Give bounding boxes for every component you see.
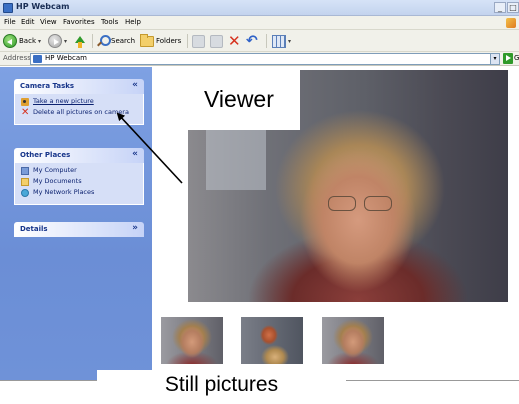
- task-delete-all-label[interactable]: Delete all pictures on camera: [33, 109, 129, 116]
- computer-icon: [21, 167, 29, 175]
- thumbnail-image: [241, 317, 303, 364]
- other-places-group: Other Places « My Computer My Documents …: [14, 148, 144, 205]
- search-button[interactable]: Search: [96, 33, 135, 49]
- still-picture-thumbnail[interactable]: [160, 309, 224, 373]
- windows-logo-icon: [506, 18, 516, 28]
- task-pane: Camera Tasks « Take a new picture ✕ Dele…: [0, 67, 152, 380]
- webcam-viewer[interactable]: Viewer: [188, 70, 508, 302]
- glasses-shape: [328, 196, 392, 211]
- toolbar-separator: [92, 34, 93, 48]
- still-pictures-callout-label: Still pictures: [97, 370, 346, 404]
- address-field[interactable]: HP Webcam ▾: [30, 53, 500, 65]
- address-value: HP Webcam: [45, 54, 87, 62]
- still-picture-thumbnail[interactable]: [240, 309, 304, 373]
- viewer-callout-box: Viewer: [188, 70, 300, 130]
- forward-dropdown-icon[interactable]: ▾: [64, 38, 67, 45]
- back-button[interactable]: Back ▾: [3, 33, 41, 49]
- camera-tasks-body: Take a new picture ✕ Delete all pictures…: [14, 94, 144, 125]
- network-icon: [21, 189, 29, 197]
- other-places-header[interactable]: Other Places «: [14, 148, 144, 163]
- task-take-picture[interactable]: Take a new picture: [21, 98, 137, 106]
- up-folder-button[interactable]: [74, 33, 86, 49]
- title-bar[interactable]: HP Webcam _ □: [0, 0, 519, 16]
- place-my-computer-label[interactable]: My Computer: [33, 167, 77, 174]
- views-dropdown-icon[interactable]: ▾: [288, 38, 291, 45]
- window-controls: _ □: [494, 2, 519, 14]
- details-group: Details »: [14, 222, 144, 237]
- delete-icon: ✕: [228, 32, 241, 50]
- thumbnail-image: [322, 317, 384, 364]
- forward-button[interactable]: ▾: [48, 33, 67, 49]
- collapse-chevron-icon[interactable]: «: [132, 149, 138, 159]
- menu-view[interactable]: View: [40, 18, 57, 26]
- folders-label: Folders: [156, 37, 182, 45]
- search-label: Search: [111, 37, 136, 45]
- menu-file[interactable]: File: [4, 18, 16, 26]
- task-take-picture-label[interactable]: Take a new picture: [33, 98, 94, 105]
- maximize-button[interactable]: □: [507, 2, 519, 13]
- window-bottom-border: [0, 380, 97, 381]
- window-bottom-border: [346, 380, 519, 381]
- minimize-button[interactable]: _: [494, 2, 506, 13]
- back-dropdown-icon[interactable]: ▾: [38, 38, 41, 45]
- up-folder-icon: [74, 35, 86, 48]
- views-icon: [272, 34, 286, 48]
- camera-tasks-header[interactable]: Camera Tasks «: [14, 79, 144, 94]
- details-title: Details: [20, 225, 48, 233]
- toolbar-separator: [266, 34, 267, 48]
- undo-button[interactable]: ↶: [246, 33, 258, 49]
- back-label: Back: [19, 37, 36, 45]
- address-label: Address: [3, 54, 31, 62]
- move-to-button[interactable]: [192, 33, 205, 49]
- views-button[interactable]: ▾: [272, 33, 291, 49]
- viewer-callout-label: Viewer: [204, 86, 274, 112]
- toolbar-separator: [187, 34, 188, 48]
- expand-chevron-icon[interactable]: »: [132, 223, 138, 233]
- explorer-window: HP Webcam _ □ File Edit View Favorites T…: [0, 0, 519, 380]
- delete-x-icon: ✕: [21, 107, 30, 118]
- camera-tasks-title: Camera Tasks: [20, 82, 75, 90]
- undo-icon: ↶: [246, 33, 258, 49]
- task-delete-all-pictures[interactable]: ✕ Delete all pictures on camera: [21, 107, 137, 118]
- place-my-network[interactable]: My Network Places: [21, 189, 137, 197]
- standard-toolbar: Back ▾ ▾ Search Folders ✕ ↶ ▾: [0, 30, 519, 52]
- delete-button[interactable]: ✕: [228, 33, 241, 49]
- webcam-folder-icon: [33, 55, 42, 63]
- address-bar: Address HP Webcam ▾ Go: [0, 52, 519, 66]
- place-my-documents[interactable]: My Documents: [21, 178, 137, 186]
- documents-icon: [21, 178, 29, 186]
- other-places-body: My Computer My Documents My Network Plac…: [14, 163, 144, 205]
- thumbnail-image: [161, 317, 223, 364]
- menu-tools[interactable]: Tools: [101, 18, 118, 26]
- place-my-documents-label[interactable]: My Documents: [33, 178, 82, 185]
- back-arrow-icon: [3, 34, 17, 48]
- address-dropdown-icon[interactable]: ▾: [490, 54, 499, 64]
- menu-help[interactable]: Help: [125, 18, 141, 26]
- copy-to-icon: [210, 34, 223, 48]
- copy-to-button[interactable]: [210, 33, 223, 49]
- details-header[interactable]: Details »: [14, 222, 144, 237]
- search-icon: [96, 34, 111, 48]
- menu-favorites[interactable]: Favorites: [63, 18, 95, 26]
- forward-arrow-icon: [48, 34, 62, 48]
- webcam-app-icon: [3, 3, 13, 13]
- camera-tasks-group: Camera Tasks « Take a new picture ✕ Dele…: [14, 79, 144, 125]
- camera-icon: [21, 98, 29, 106]
- move-to-icon: [192, 34, 205, 48]
- still-picture-thumbnail[interactable]: [321, 309, 385, 373]
- window-title: HP Webcam: [16, 2, 70, 11]
- go-button[interactable]: [503, 53, 513, 64]
- menu-edit[interactable]: Edit: [21, 18, 35, 26]
- other-places-title: Other Places: [20, 151, 71, 159]
- go-label[interactable]: Go: [514, 54, 519, 62]
- collapse-chevron-icon[interactable]: «: [132, 80, 138, 90]
- folders-button[interactable]: Folders: [140, 33, 181, 49]
- folder-icon: [140, 33, 154, 47]
- menu-bar: File Edit View Favorites Tools Help: [0, 16, 519, 30]
- place-my-network-label[interactable]: My Network Places: [33, 189, 94, 196]
- place-my-computer[interactable]: My Computer: [21, 167, 137, 175]
